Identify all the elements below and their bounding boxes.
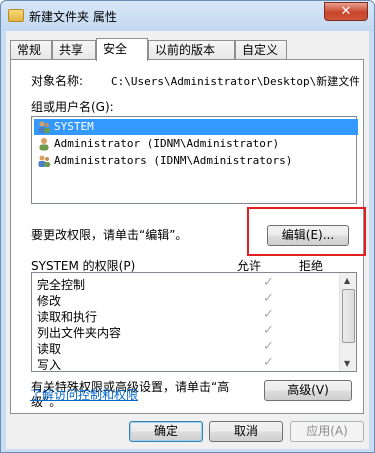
user-name: SYSTEM (54, 120, 94, 133)
allow-check-icon: ✓ (263, 307, 274, 322)
allow-check-icon: ✓ (263, 355, 274, 370)
window-title: 新建文件夹 属性 (29, 10, 117, 24)
permission-row: 修改 ✓ (37, 291, 337, 308)
ok-button[interactable]: 确定 (129, 421, 203, 442)
close-button[interactable]: ✕ (324, 2, 368, 21)
permission-name: 修改 (37, 294, 62, 308)
apply-button[interactable]: 应用(A) (290, 421, 364, 442)
security-panel: 对象名称: C:\Users\Administrator\Desktop\新建文… (10, 59, 366, 414)
permission-row: 读取 ✓ (37, 339, 337, 356)
permission-name: 读取和执行 (37, 310, 98, 324)
scroll-up-icon[interactable]: ▲ (344, 276, 350, 285)
tab-security[interactable]: 安全 (96, 38, 148, 61)
user-name: Administrators (IDNM\Administrators) (54, 154, 293, 167)
allow-check-icon: ✓ (263, 291, 274, 306)
tab-sharing[interactable]: 共享 (52, 40, 96, 60)
list-item-administrators[interactable]: Administrators (IDNM\Administrators) (34, 153, 358, 169)
user-name: Administrator (IDNM\Administrator) (54, 137, 280, 150)
list-item-administrator[interactable]: Administrator (IDNM\Administrator) (34, 136, 358, 152)
permission-row: 完全控制 ✓ (37, 275, 337, 292)
permission-name: 完全控制 (37, 278, 86, 292)
groups-label: 组或用户名(G): (31, 100, 114, 114)
scroll-thumb[interactable] (342, 289, 355, 343)
properties-window: 新建文件夹 属性 ✕ 常规 共享 安全 以前的版本 自定义 对象名称: C:\U… (0, 0, 375, 453)
permissions-list[interactable]: 完全控制 ✓ 修改 ✓ 读取和执行 ✓ 列出文件夹内容 ✓ 读取 ✓ 写入 ✓ … (31, 272, 357, 372)
object-name-value: C:\Users\Administrator\Desktop\新建文件夹 (111, 75, 359, 88)
permission-row: 写入 ✓ (37, 355, 337, 372)
permission-name: 列出文件夹内容 (37, 326, 122, 340)
folder-icon (8, 9, 24, 22)
allow-check-icon: ✓ (263, 323, 274, 338)
annotation-highlight-box (247, 207, 366, 256)
cancel-button[interactable]: 取消 (209, 421, 283, 442)
permissions-scrollbar[interactable]: ▲ ▼ (339, 273, 356, 371)
tab-previous-versions[interactable]: 以前的版本 (148, 40, 235, 60)
permission-name: 写入 (37, 358, 62, 372)
users-group-icon (38, 121, 50, 133)
allow-check-icon: ✓ (263, 339, 274, 354)
change-permissions-text: 要更改权限，请单击“编辑”。 (31, 228, 188, 242)
scroll-down-icon[interactable]: ▼ (344, 359, 350, 368)
tab-customize[interactable]: 自定义 (235, 40, 287, 60)
title-bar[interactable]: 新建文件夹 属性 ✕ (1, 1, 374, 31)
users-listbox[interactable]: SYSTEM Administrator (IDNM\Administrator… (31, 116, 358, 204)
permission-name: 读取 (37, 342, 62, 356)
tab-general[interactable]: 常规 (10, 40, 52, 60)
permission-row: 列出文件夹内容 ✓ (37, 323, 337, 340)
learn-access-control-link[interactable]: 了解访问控制和权限 (30, 386, 138, 403)
permission-row: 读取和执行 ✓ (37, 307, 337, 324)
advanced-button[interactable]: 高级(V) (264, 380, 352, 401)
user-icon (39, 138, 49, 151)
dialog-body: 常规 共享 安全 以前的版本 自定义 对象名称: C:\Users\Admini… (6, 31, 369, 449)
list-item-system[interactable]: SYSTEM (34, 119, 358, 135)
users-group-icon (38, 155, 50, 167)
object-name-label: 对象名称: (31, 74, 84, 88)
allow-check-icon: ✓ (263, 275, 274, 290)
